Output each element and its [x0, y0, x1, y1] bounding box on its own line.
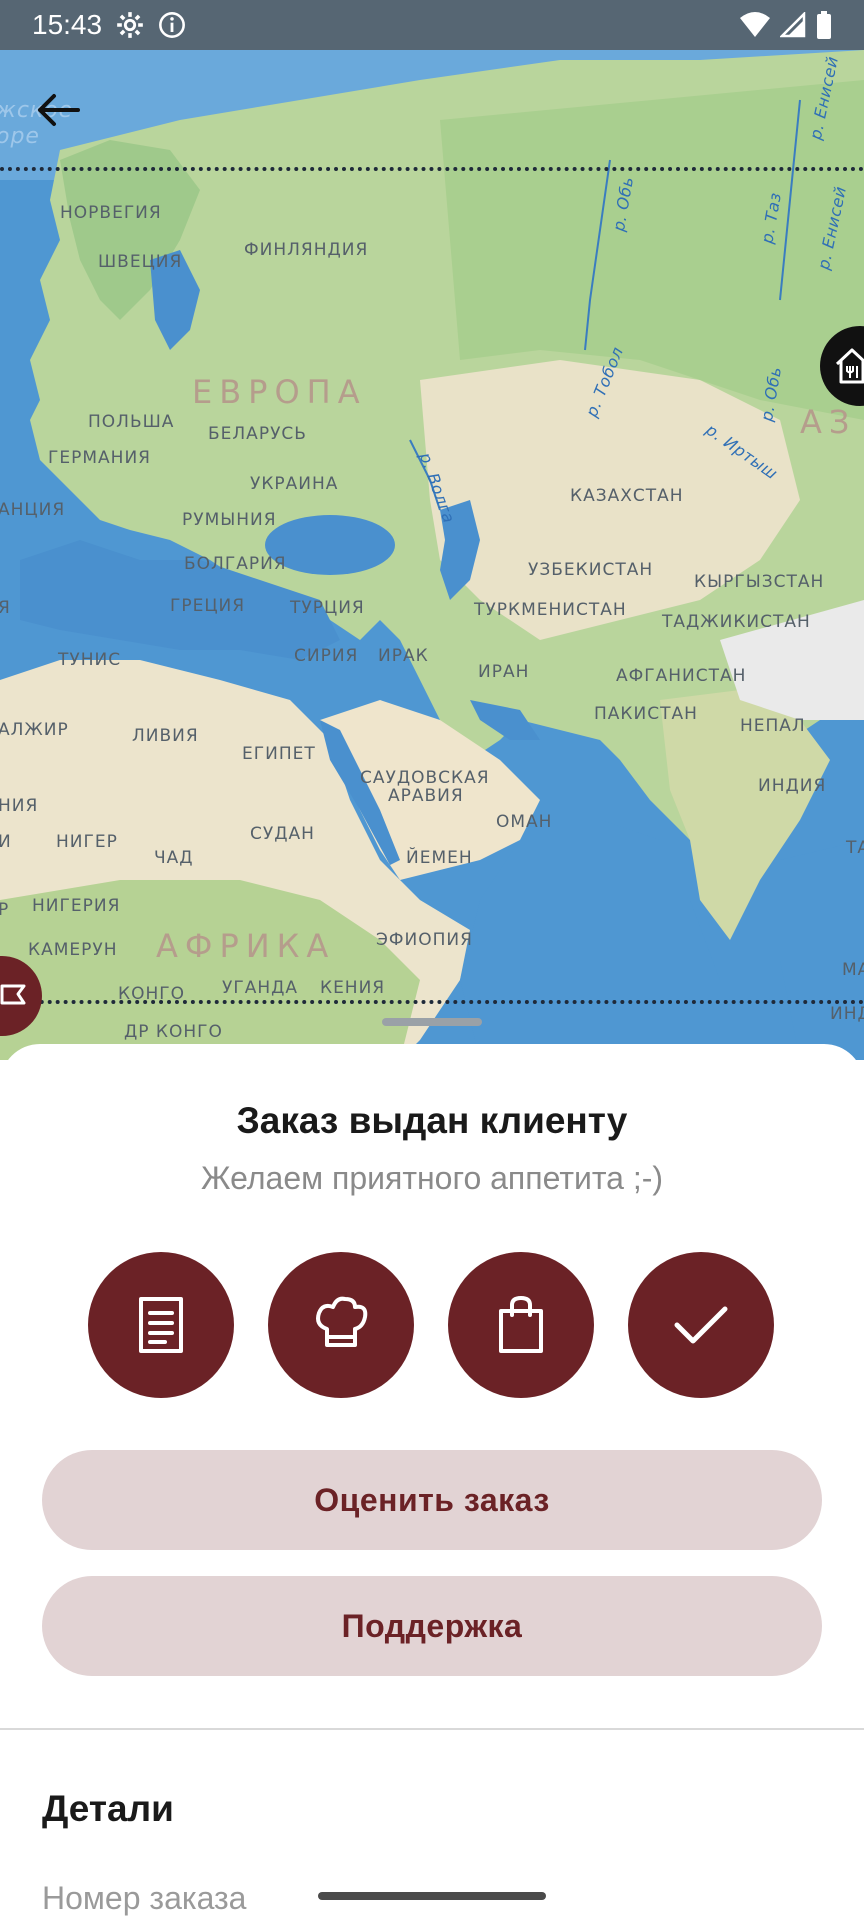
map-label: ДР КОНГО	[124, 1022, 223, 1042]
chef-hat-icon	[316, 1296, 368, 1347]
map-label: АРАВИЯ	[388, 786, 464, 806]
map-label: УКРАИНА	[250, 474, 339, 494]
restaurant-icon	[835, 348, 864, 384]
map-label: МА	[842, 960, 864, 980]
map-label: ТАДЖИКИСТАН	[662, 612, 811, 632]
receipt-icon	[139, 1297, 183, 1353]
map-label: АФРИКА	[156, 927, 336, 965]
map-label: АЗ	[800, 403, 857, 441]
map-label: ГРЕЦИЯ	[170, 596, 246, 616]
map-label: ЛИВИЯ	[132, 726, 199, 746]
battery-icon	[817, 11, 831, 39]
map-label: ФИНЛЯНДИЯ	[244, 240, 369, 260]
map-label: Р	[0, 900, 10, 920]
order-progress-steps	[0, 1252, 864, 1398]
route-bound-bottom	[0, 1000, 864, 1004]
map-background	[0, 0, 864, 1060]
map-label: КАМЕРУН	[28, 940, 118, 960]
settings-gear-icon	[117, 12, 143, 38]
map-label: КЕНИЯ	[320, 978, 386, 998]
cellular-signal-icon	[780, 12, 806, 38]
map-label: ИНДИЯ	[758, 776, 827, 796]
step-cooking	[268, 1252, 414, 1398]
map-label: РУМЫНИЯ	[182, 510, 277, 530]
map-label: ТА	[846, 838, 864, 858]
map-label: ЭФИОПИЯ	[376, 930, 473, 950]
details-heading: Детали	[42, 1788, 174, 1829]
map-label: НОРВЕГИЯ	[60, 203, 162, 223]
check-icon	[674, 1306, 728, 1344]
map-label: КЫРГЫЗСТАН	[694, 572, 825, 592]
map-label: ИРАК	[378, 646, 429, 666]
map-label: ЧАД	[154, 848, 194, 868]
map-label: ИРАН	[478, 662, 530, 682]
map-label: НИЯ	[0, 796, 39, 816]
section-divider	[0, 1728, 864, 1730]
map-view[interactable]: жское оре НОРВЕГИЯ ШВЕЦИЯ ФИНЛЯНДИЯ ЕВРО…	[0, 0, 864, 1060]
map-label: КАЗАХСТАН	[570, 486, 684, 506]
map-label: ТУНИС	[58, 650, 122, 670]
shopping-bag-icon	[499, 1295, 543, 1353]
map-label: ОМАН	[496, 812, 553, 832]
support-button[interactable]: Поддержка	[42, 1576, 822, 1676]
status-bar: 15:43	[0, 0, 864, 50]
map-label: УЗБЕКИСТАН	[528, 560, 654, 580]
step-packed	[448, 1252, 594, 1398]
map-label: ТУРКМЕНИСТАН	[474, 600, 627, 620]
map-label: ЕВРОПА	[192, 373, 367, 411]
map-label: ЙЕМЕН	[406, 848, 473, 868]
rate-order-button[interactable]: Оценить заказ	[42, 1450, 822, 1550]
order-status-title: Заказ выдан клиенту	[236, 1100, 628, 1141]
map-label: УГАНДА	[222, 978, 299, 998]
map-label: НИГЕРИЯ	[32, 896, 121, 916]
system-gesture-bar[interactable]	[318, 1892, 546, 1900]
map-label: ПАКИСТАН	[594, 704, 698, 724]
arrow-left-icon	[38, 94, 80, 126]
route-bound-top	[0, 167, 864, 171]
map-label: АФГАНИСТАН	[616, 666, 747, 686]
map-label: ИНД	[830, 1004, 864, 1024]
map-label: СУДАН	[250, 824, 315, 844]
map-label: БОЛГАРИЯ	[184, 554, 287, 574]
map-label: ЕГИПЕТ	[242, 744, 316, 764]
map-label: СИРИЯ	[294, 646, 359, 666]
back-button[interactable]	[28, 80, 88, 140]
step-delivered	[628, 1252, 774, 1398]
order-number-label: Номер заказа	[42, 1880, 247, 1916]
map-label: ГЕРМАНИЯ	[48, 448, 151, 468]
flag-icon	[0, 984, 26, 1005]
map-label: И	[0, 832, 12, 852]
wifi-icon	[740, 12, 770, 37]
map-label: ПОЛЬША	[88, 412, 175, 432]
status-time: 15:43	[32, 9, 103, 40]
map-label: ТУРЦИЯ	[290, 598, 365, 618]
map-label: НЕПАЛ	[740, 716, 806, 736]
sheet-drag-handle[interactable]	[382, 1018, 482, 1026]
map-label: ШВЕЦИЯ	[98, 252, 183, 272]
info-icon	[159, 12, 186, 38]
map-label: САУДОВСКАЯ	[360, 768, 490, 788]
map-label: НИГЕР	[56, 832, 118, 852]
order-status-subtitle: Желаем приятного аппетита ;-)	[200, 1160, 664, 1196]
step-order-placed	[88, 1252, 234, 1398]
map-label: Я	[0, 598, 11, 618]
map-label: БЕЛАРУСЬ	[208, 424, 307, 444]
map-label: АНЦИЯ	[0, 500, 66, 520]
map-label: АЛЖИР	[0, 720, 69, 740]
